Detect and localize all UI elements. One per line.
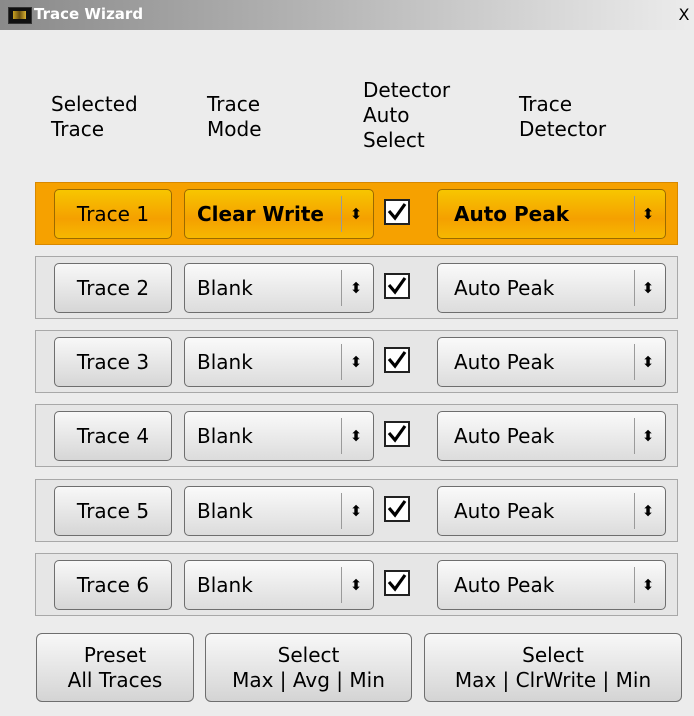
trace-4-button[interactable]: Trace 4 [54, 411, 172, 461]
detector-auto-select-checkbox[interactable] [384, 421, 410, 447]
detector-auto-select-checkbox[interactable] [384, 199, 410, 225]
select-mcm-line1: Select [522, 642, 584, 667]
trace-row-5: Trace 5 Blank ⬍ Auto Peak ⬍ [35, 479, 678, 542]
trace-row-6: Trace 6 Blank ⬍ Auto Peak ⬍ [35, 553, 678, 616]
up-down-arrows-icon: ⬍ [641, 427, 655, 445]
up-down-arrows-icon: ⬍ [349, 502, 363, 520]
trace-detector-value: Auto Peak [454, 424, 555, 448]
trace-detector-dropdown[interactable]: Auto Peak ⬍ [437, 560, 666, 610]
trace-mode-value: Blank [197, 424, 253, 448]
trace-mode-dropdown[interactable]: Blank ⬍ [184, 411, 374, 461]
detector-auto-select-checkbox[interactable] [384, 570, 410, 596]
trace-6-button[interactable]: Trace 6 [54, 560, 172, 610]
preset-line2: All Traces [67, 667, 163, 692]
window-title: Trace Wizard [34, 5, 144, 23]
up-down-arrows-icon: ⬍ [349, 279, 363, 297]
trace-mode-value: Blank [197, 276, 253, 300]
trace-detector-value: Auto Peak [454, 276, 555, 300]
up-down-arrows-icon: ⬍ [641, 353, 655, 371]
dropdown-separator [634, 493, 635, 529]
up-down-arrows-icon: ⬍ [349, 576, 363, 594]
up-down-arrows-icon: ⬍ [349, 205, 363, 223]
checkmark-icon [387, 203, 407, 221]
dropdown-separator [341, 196, 342, 232]
dropdown-separator [634, 418, 635, 454]
trace-detector-value: Auto Peak [454, 350, 555, 374]
title-bar: Trace Wizard X [0, 0, 694, 30]
checkmark-icon [387, 500, 407, 518]
trace-row-1: Trace 1 Clear Write ⬍ Auto Peak ⬍ [35, 182, 678, 245]
close-button[interactable]: X [676, 5, 692, 25]
select-max-avg-min-button[interactable]: Select Max | Avg | Min [205, 633, 412, 702]
trace-detector-dropdown[interactable]: Auto Peak ⬍ [437, 189, 666, 239]
trace-row-4: Trace 4 Blank ⬍ Auto Peak ⬍ [35, 404, 678, 467]
trace-detector-dropdown[interactable]: Auto Peak ⬍ [437, 337, 666, 387]
up-down-arrows-icon: ⬍ [349, 427, 363, 445]
trace-row-3: Trace 3 Blank ⬍ Auto Peak ⬍ [35, 330, 678, 393]
dropdown-separator [341, 270, 342, 306]
trace-detector-dropdown[interactable]: Auto Peak ⬍ [437, 263, 666, 313]
up-down-arrows-icon: ⬍ [641, 205, 655, 223]
trace-2-button[interactable]: Trace 2 [54, 263, 172, 313]
dropdown-separator [634, 344, 635, 380]
select-max-clrwrite-min-button[interactable]: Select Max | ClrWrite | Min [424, 633, 682, 702]
trace-mode-value: Blank [197, 573, 253, 597]
trace-5-button[interactable]: Trace 5 [54, 486, 172, 536]
trace-mode-dropdown[interactable]: Blank ⬍ [184, 337, 374, 387]
header-trace-mode: Trace Mode [207, 92, 262, 141]
up-down-arrows-icon: ⬍ [641, 502, 655, 520]
select-mam-line2: Max | Avg | Min [232, 667, 385, 692]
preset-all-traces-button[interactable]: Preset All Traces [36, 633, 194, 702]
dropdown-separator [341, 418, 342, 454]
detector-auto-select-checkbox[interactable] [384, 273, 410, 299]
checkmark-icon [387, 351, 407, 369]
trace-1-button[interactable]: Trace 1 [54, 189, 172, 239]
dropdown-separator [341, 493, 342, 529]
trace-mode-dropdown[interactable]: Blank ⬍ [184, 486, 374, 536]
trace-mode-dropdown[interactable]: Blank ⬍ [184, 560, 374, 610]
header-selected-trace: Selected Trace [51, 92, 138, 141]
trace-mode-value: Blank [197, 499, 253, 523]
select-mam-line1: Select [277, 642, 340, 667]
app-icon [8, 7, 32, 24]
up-down-arrows-icon: ⬍ [641, 576, 655, 594]
header-detector-auto-select: Detector Auto Select [363, 78, 451, 152]
trace-row-2: Trace 2 Blank ⬍ Auto Peak ⬍ [35, 256, 678, 319]
dropdown-separator [341, 567, 342, 603]
header-trace-detector: Trace Detector [519, 92, 607, 141]
trace-detector-dropdown[interactable]: Auto Peak ⬍ [437, 486, 666, 536]
select-mcm-line2: Max | ClrWrite | Min [454, 667, 652, 692]
up-down-arrows-icon: ⬍ [641, 279, 655, 297]
trace-mode-dropdown[interactable]: Clear Write ⬍ [184, 189, 374, 239]
trace-mode-dropdown[interactable]: Blank ⬍ [184, 263, 374, 313]
checkmark-icon [387, 574, 407, 592]
dropdown-separator [634, 567, 635, 603]
dropdown-separator [634, 270, 635, 306]
trace-mode-value: Clear Write [197, 202, 324, 226]
trace-3-button[interactable]: Trace 3 [54, 337, 172, 387]
detector-auto-select-checkbox[interactable] [384, 347, 410, 373]
trace-detector-value: Auto Peak [454, 499, 555, 523]
dropdown-separator [634, 196, 635, 232]
checkmark-icon [387, 425, 407, 443]
dropdown-separator [341, 344, 342, 380]
trace-detector-value: Auto Peak [454, 202, 569, 226]
up-down-arrows-icon: ⬍ [349, 353, 363, 371]
trace-detector-value: Auto Peak [454, 573, 555, 597]
trace-detector-dropdown[interactable]: Auto Peak ⬍ [437, 411, 666, 461]
trace-mode-value: Blank [197, 350, 253, 374]
checkmark-icon [387, 277, 407, 295]
detector-auto-select-checkbox[interactable] [384, 496, 410, 522]
preset-line1: Preset [83, 642, 147, 667]
